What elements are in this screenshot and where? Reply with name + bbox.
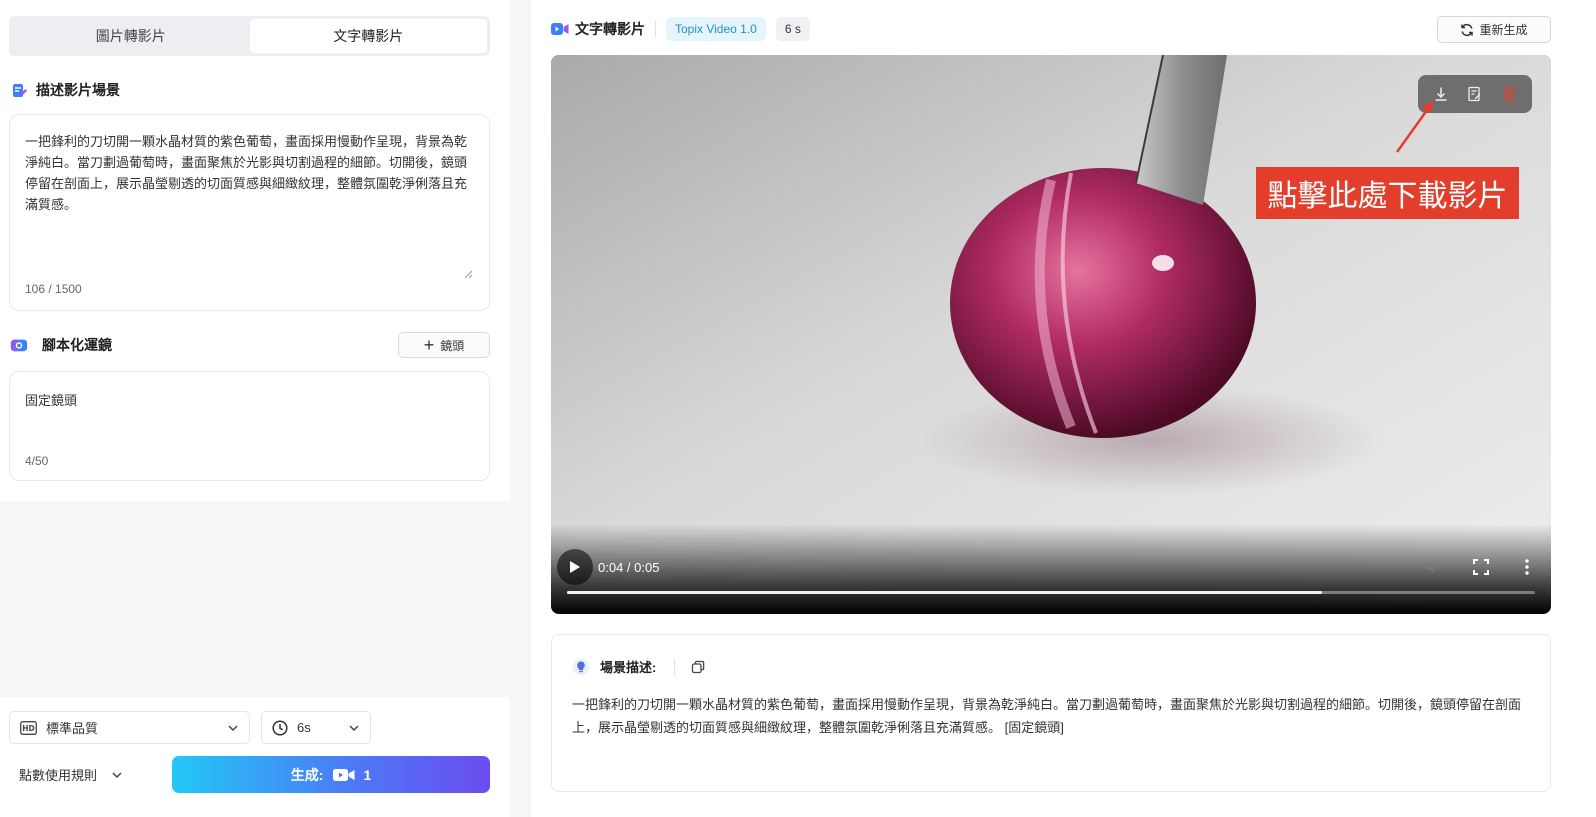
video-camera-icon xyxy=(333,768,355,782)
result-title: 文字轉影片 xyxy=(575,21,645,37)
tab-text-to-video[interactable]: 文字轉影片 xyxy=(249,19,487,53)
edit-icon[interactable] xyxy=(1467,86,1483,102)
scene-description-text[interactable]: 一把鋒利的刀切開一顆水晶材質的紫色葡萄，畫面採用慢動作呈現，背景為乾淨純白。當刀… xyxy=(25,131,473,215)
resize-handle-icon[interactable] xyxy=(464,270,473,279)
play-button[interactable] xyxy=(557,549,593,585)
tab-image-to-video[interactable]: 圖片轉影片 xyxy=(12,19,250,53)
scene-heading-label: 場景描述: xyxy=(600,660,657,675)
quality-value: 標準品質 xyxy=(46,721,99,736)
clock-icon xyxy=(272,719,288,736)
download-callout: 點擊此處下載影片 xyxy=(1256,167,1519,219)
volume-icon[interactable] xyxy=(1424,558,1442,576)
refresh-icon xyxy=(1461,23,1474,36)
regenerate-button[interactable]: 重新生成 xyxy=(1437,16,1551,43)
scene-description-heading: 場景描述: xyxy=(572,657,705,676)
fullscreen-icon[interactable] xyxy=(1472,558,1490,576)
scene-description-input[interactable]: 一把鋒利的刀切開一顆水晶材質的紫色葡萄，畫面採用慢動作呈現，背景為乾淨純白。當刀… xyxy=(9,114,490,311)
chevron-down-icon xyxy=(349,725,359,732)
mode-tabs: 圖片轉影片 文字轉影片 xyxy=(9,16,490,56)
edit-doc-icon xyxy=(10,81,28,99)
generate-cost: 1 xyxy=(363,766,372,783)
describe-heading: 描述影片場景 xyxy=(10,80,120,100)
add-shot-button[interactable]: + 鏡頭 xyxy=(398,332,490,358)
more-icon[interactable] xyxy=(1518,558,1536,576)
left-panel: 圖片轉影片 文字轉影片 描述影片場景 一把鋒利的刀切開一顆水晶材質的紫色葡萄，畫… xyxy=(0,0,510,817)
svg-text:HD: HD xyxy=(22,724,35,733)
model-badge: Topix Video 1.0 xyxy=(666,17,766,41)
scene-description-body: 一把鋒利的刀切開一顆水晶材質的紫色葡萄，畫面採用慢動作呈現，背景為乾淨純白。當刀… xyxy=(572,697,1522,735)
describe-heading-label: 描述影片場景 xyxy=(36,82,120,98)
scene-description-card: 場景描述: 一把鋒利的刀切開一顆水晶材質的紫色葡萄，畫面採用慢動作呈現，背景為乾… xyxy=(551,634,1551,792)
settings-card: 圖片轉影片 文字轉影片 描述影片場景 一把鋒利的刀切開一顆水晶材質的紫色葡萄，畫… xyxy=(0,0,510,501)
result-panel: 文字轉影片 Topix Video 1.0 6 s 重新生成 0:04 / 0:… xyxy=(531,0,1596,817)
time-display: 0:04 / 0:05 xyxy=(598,560,660,575)
camera-icon xyxy=(10,336,28,354)
quality-select[interactable]: HD 標準品質 xyxy=(9,711,250,744)
progress-bar[interactable] xyxy=(567,591,1535,594)
regenerate-label: 重新生成 xyxy=(1479,23,1528,37)
delete-icon[interactable] xyxy=(1501,86,1517,102)
description-char-count: 106 / 1500 xyxy=(25,282,82,296)
camera-char-count: 4/50 xyxy=(25,454,49,468)
player-controls xyxy=(551,524,1551,614)
chevron-down-icon xyxy=(112,771,122,778)
divider xyxy=(674,658,676,675)
duration-select[interactable]: 6s xyxy=(261,711,371,744)
copy-icon[interactable] xyxy=(691,660,705,674)
camera-heading-label: 腳本化運鏡 xyxy=(42,337,112,353)
plus-icon: + xyxy=(423,335,435,355)
generate-label: 生成: xyxy=(290,766,324,783)
result-header: 文字轉影片 Topix Video 1.0 6 s xyxy=(551,16,820,42)
camera-heading: 腳本化運鏡 xyxy=(10,335,112,355)
camera-shot-input[interactable]: 固定鏡頭 4/50 xyxy=(9,371,490,481)
generate-button[interactable]: 生成: 1 xyxy=(172,756,490,793)
video-player[interactable]: 0:04 / 0:05 點擊此處下載影片 xyxy=(551,55,1551,614)
points-rule-label: 點數使用規則 xyxy=(19,768,98,783)
chevron-down-icon xyxy=(228,725,238,732)
duration-badge: 6 s xyxy=(775,17,810,41)
video-camera-icon xyxy=(551,22,569,36)
camera-shot-text[interactable]: 固定鏡頭 xyxy=(25,390,473,411)
download-icon[interactable] xyxy=(1433,86,1449,102)
play-icon xyxy=(570,561,580,573)
progress-fill xyxy=(567,591,1323,594)
add-shot-label: 鏡頭 xyxy=(440,338,465,353)
duration-value: 6s xyxy=(297,720,311,735)
video-toolbar xyxy=(1418,75,1532,113)
hd-icon: HD xyxy=(20,720,37,735)
points-rule-dropdown[interactable]: 點數使用規則 xyxy=(19,765,123,784)
lightbulb-icon xyxy=(572,658,590,676)
divider xyxy=(655,21,656,37)
